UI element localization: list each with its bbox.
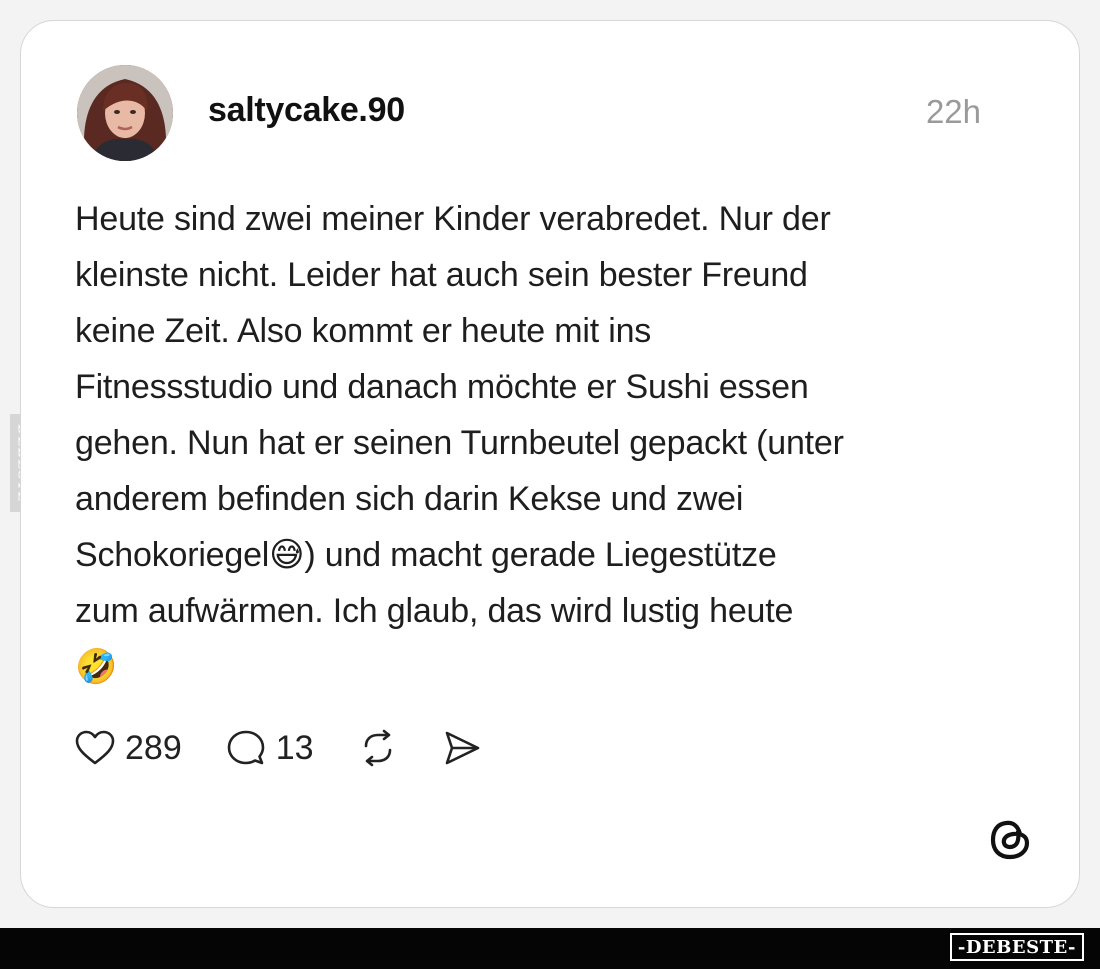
action-bar: 289 13: [75, 723, 526, 773]
send-icon: [442, 729, 482, 767]
threads-post-card: saltycake.90 22h Heute sind zwei meiner …: [20, 20, 1080, 908]
screenshot-canvas: DEBESTE saltycake.90 22h Heute sind zwei…: [0, 0, 1100, 969]
post-timestamp: 22h: [925, 93, 981, 130]
brand-watermark: -DEBESTE-: [949, 933, 1084, 961]
like-count: 289: [125, 728, 182, 767]
reply-count: 13: [275, 728, 314, 767]
avatar[interactable]: [77, 65, 173, 161]
post-text: Heute sind zwei meiner Kinder verabredet…: [75, 200, 844, 686]
repost-icon: [358, 729, 398, 767]
heart-icon: [75, 730, 115, 766]
repost-button[interactable]: [358, 729, 398, 767]
share-button[interactable]: [442, 729, 482, 767]
like-button[interactable]: 289: [75, 729, 182, 768]
username[interactable]: saltycake.90: [208, 91, 405, 130]
avatar-image: [77, 65, 173, 161]
threads-logo-icon[interactable]: [987, 816, 1035, 864]
reply-button[interactable]: 13: [226, 729, 314, 768]
watermark-bar: -DEBESTE-: [0, 928, 1100, 969]
speech-bubble-icon: [226, 729, 266, 767]
